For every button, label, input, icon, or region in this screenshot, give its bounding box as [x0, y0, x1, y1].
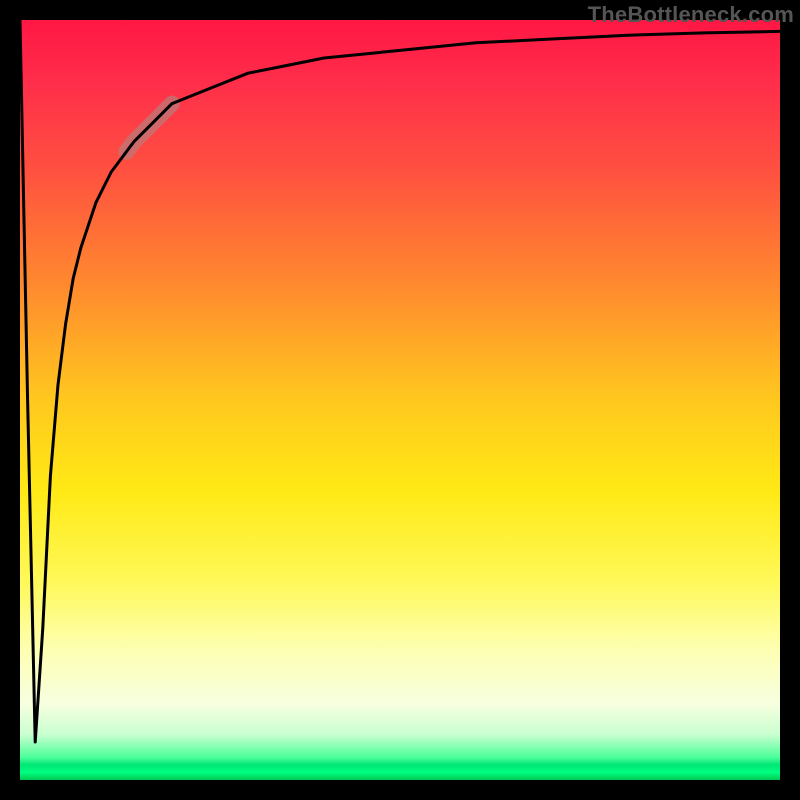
chart-frame: TheBottleneck.com [0, 0, 800, 800]
plot-area [20, 20, 780, 780]
curve-layer [20, 20, 780, 780]
watermark-text: TheBottleneck.com [588, 2, 794, 28]
bottleneck-curve [20, 20, 780, 742]
